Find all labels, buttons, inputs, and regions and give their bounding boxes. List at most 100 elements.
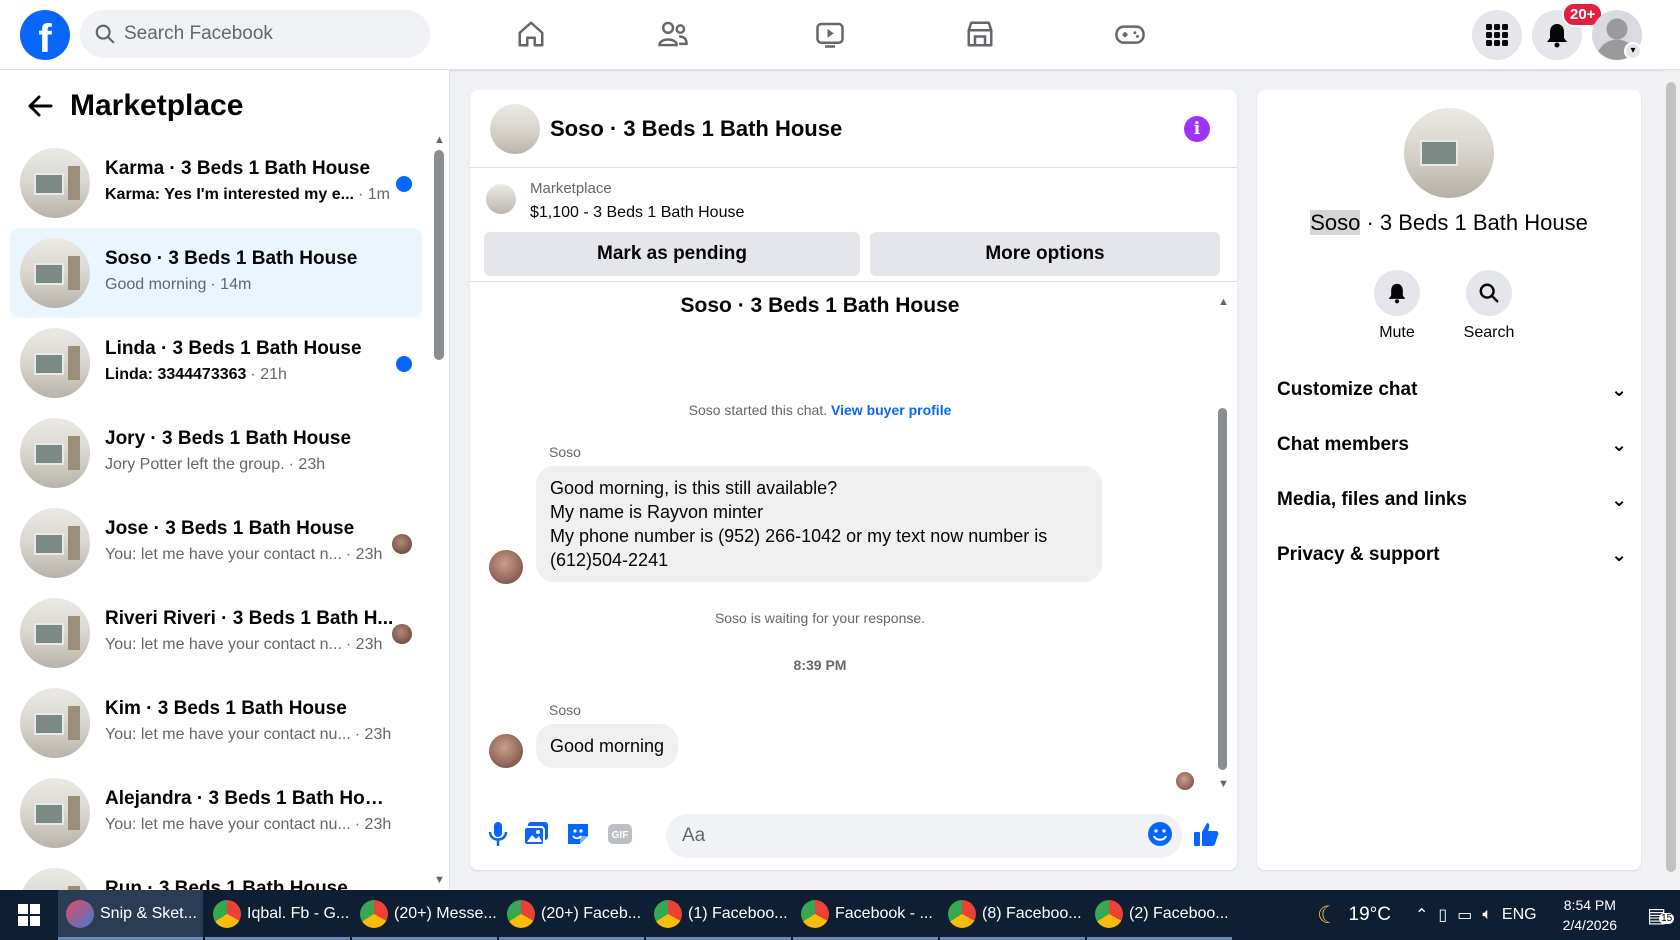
search-input[interactable] [124, 23, 404, 45]
friends-icon[interactable] [653, 14, 693, 54]
conversation-title: Soso · 3 Beds 1 Bath House [105, 248, 358, 269]
conversation-item[interactable]: Jose · 3 Beds 1 Bath House You: let me h… [10, 498, 422, 588]
info-icon[interactable]: i [1184, 116, 1210, 142]
weather-temperature[interactable]: 19°C [1349, 904, 1391, 926]
privacy-support-section[interactable]: Privacy & support ⌄ [1277, 535, 1627, 575]
svg-text:GIF: GIF [612, 830, 629, 841]
sidebar-scrollbar[interactable] [434, 150, 444, 360]
chevron-down-icon[interactable]: ▾ [1624, 42, 1642, 60]
sender-avatar[interactable] [489, 734, 523, 768]
conversation-item[interactable]: Riveri Riveri · 3 Beds 1 Bath H... You: … [10, 588, 422, 678]
conversation-item[interactable]: Kim · 3 Beds 1 Bath House You: let me ha… [10, 678, 422, 768]
windows-taskbar: Snip & Sket... Iqbal. Fb - G... (20+) Me… [0, 890, 1680, 940]
scroll-down-arrow-icon[interactable]: ▼ [434, 874, 445, 886]
chat-panel: Soso · 3 Beds 1 Bath House i Marketplace… [470, 90, 1237, 870]
conversation-item[interactable]: Linda · 3 Beds 1 Bath House Linda: 33444… [10, 318, 422, 408]
message-sender: Soso [549, 702, 581, 718]
taskbar-item[interactable]: (20+) Messe... [352, 890, 497, 940]
moon-weather-icon[interactable]: ☾ [1317, 901, 1339, 930]
search-icon [95, 24, 115, 44]
conversation-item[interactable]: Run · 3 Beds 1 Bath House [10, 858, 422, 890]
view-buyer-profile-link[interactable]: View buyer profile [831, 402, 951, 418]
conversation-item[interactable]: Soso · 3 Beds 1 Bath House Good morning ·… [10, 228, 422, 318]
microphone-icon[interactable] [484, 820, 512, 848]
search-icon [1466, 270, 1512, 316]
taskbar-item[interactable]: (1) Faceboo... [646, 890, 791, 940]
back-arrow-icon[interactable] [20, 86, 60, 126]
clock[interactable]: 8:54 PM 2/4/2026 [1563, 895, 1618, 935]
conversation-item[interactable]: Karma · 3 Beds 1 Bath House Karma: Yes I… [10, 138, 422, 228]
chat-header: Soso · 3 Beds 1 Bath House i [470, 90, 1237, 168]
facebook-logo-icon[interactable]: f [20, 10, 70, 60]
chat-title[interactable]: Soso · 3 Beds 1 Bath House [550, 116, 842, 142]
chrome-icon [507, 899, 535, 928]
unread-dot-icon [396, 176, 412, 192]
listing-thumbnail [20, 778, 90, 848]
media-files-links-section[interactable]: Media, files and links ⌄ [1277, 480, 1627, 520]
conversation-item[interactable]: Jory · 3 Beds 1 Bath House Jory Potter l… [10, 408, 422, 498]
windows-start-icon[interactable] [0, 890, 58, 940]
search-conversation-button[interactable]: Search [1449, 270, 1529, 342]
language-indicator[interactable]: ENG [1502, 906, 1537, 924]
message-sender: Soso [549, 444, 581, 460]
more-options-button[interactable]: More options [870, 232, 1220, 276]
chat-members-section[interactable]: Chat members ⌄ [1277, 425, 1627, 465]
conversation-list: Karma · 3 Beds 1 Bath House Karma: Yes I… [10, 138, 422, 890]
sender-avatar[interactable] [489, 550, 523, 584]
page-scrollbar[interactable] [1663, 70, 1680, 890]
customize-chat-section[interactable]: Customize chat ⌄ [1277, 370, 1627, 410]
photo-icon[interactable] [522, 820, 550, 848]
sticker-icon[interactable] [564, 820, 592, 848]
mute-button[interactable]: Mute [1357, 270, 1437, 342]
conversation-title: Kim · 3 Beds 1 Bath House [105, 698, 347, 719]
taskbar-item[interactable]: (8) Faceboo... [940, 890, 1085, 940]
gaming-icon[interactable] [1110, 14, 1150, 54]
chrome-icon [654, 899, 682, 928]
conversation-title: Jory · 3 Beds 1 Bath House [105, 428, 352, 449]
notification-count: 15 [1659, 912, 1675, 924]
watch-icon[interactable] [810, 14, 850, 54]
listing-price-title[interactable]: $1,100 - 3 Beds 1 Bath House [530, 204, 744, 222]
volume-icon[interactable]: 🔈︎ [1482, 906, 1492, 924]
top-navigation-bar: f 20+ ▾ [0, 0, 1680, 70]
conversation-item[interactable]: Alejandra · 3 Beds 1 Bath House You: let… [10, 768, 422, 858]
scroll-down-arrow-icon[interactable]: ▼ [1218, 778, 1229, 790]
chevron-up-icon[interactable]: ⌃ [1415, 905, 1428, 925]
system-tray: ☾ 19°C ⌃ ▯ ▭ 🔈︎ ENG 8:54 PM 2/4/2026 ▤ 15 [1317, 890, 1680, 940]
taskbar-item[interactable]: Snip & Sket... [58, 890, 203, 940]
thumbs-up-icon[interactable] [1192, 820, 1220, 848]
listing-thumbnail[interactable] [1404, 108, 1494, 198]
gif-icon[interactable]: GIF [606, 820, 634, 848]
scroll-up-arrow-icon[interactable]: ▲ [1218, 296, 1229, 308]
message-bubble[interactable]: Good morning [536, 724, 679, 768]
message-input[interactable] [666, 814, 1182, 858]
message-bubble[interactable]: Good morning, is this still available? M… [536, 466, 1102, 582]
taskbar-item[interactable]: (2) Faceboo... [1087, 890, 1232, 940]
chat-info-title: Soso · 3 Beds 1 Bath House [1310, 210, 1588, 235]
device-icon[interactable]: ▯ [1438, 905, 1447, 925]
network-icon[interactable]: ▭ [1457, 905, 1472, 925]
taskbar-item[interactable]: (20+) Faceb... [499, 890, 644, 940]
chrome-icon [948, 899, 976, 928]
home-icon[interactable] [511, 14, 551, 54]
emoji-icon[interactable] [1146, 820, 1174, 848]
taskbar-item[interactable]: Facebook - ... [793, 890, 938, 940]
waiting-notice: Soso is waiting for your response. [714, 610, 926, 626]
chevron-down-icon: ⌄ [1611, 379, 1627, 401]
marketplace-icon[interactable] [960, 14, 1000, 54]
conversation-heading: Soso · 3 Beds 1 Bath House [680, 294, 960, 317]
mark-as-pending-button[interactable]: Mark as pending [484, 232, 860, 276]
search-box[interactable] [80, 10, 430, 58]
chrome-icon [801, 899, 829, 928]
chevron-down-icon: ⌄ [1611, 489, 1627, 511]
scroll-up-arrow-icon[interactable]: ▲ [434, 134, 445, 146]
listing-thumbnail [20, 868, 90, 890]
taskbar-item[interactable]: Iqbal. Fb - G... [205, 890, 350, 940]
page-scrollbar-thumb[interactable] [1666, 82, 1676, 872]
conversation-snippet: Linda: 3344473363 · 21h [105, 366, 287, 383]
seen-avatar [392, 534, 412, 554]
notification-center-icon[interactable]: ▤ 15 [1647, 903, 1675, 928]
menu-grid-icon[interactable] [1472, 10, 1522, 60]
listing-thumbnail[interactable] [490, 104, 540, 154]
chat-scrollbar[interactable] [1218, 408, 1227, 770]
